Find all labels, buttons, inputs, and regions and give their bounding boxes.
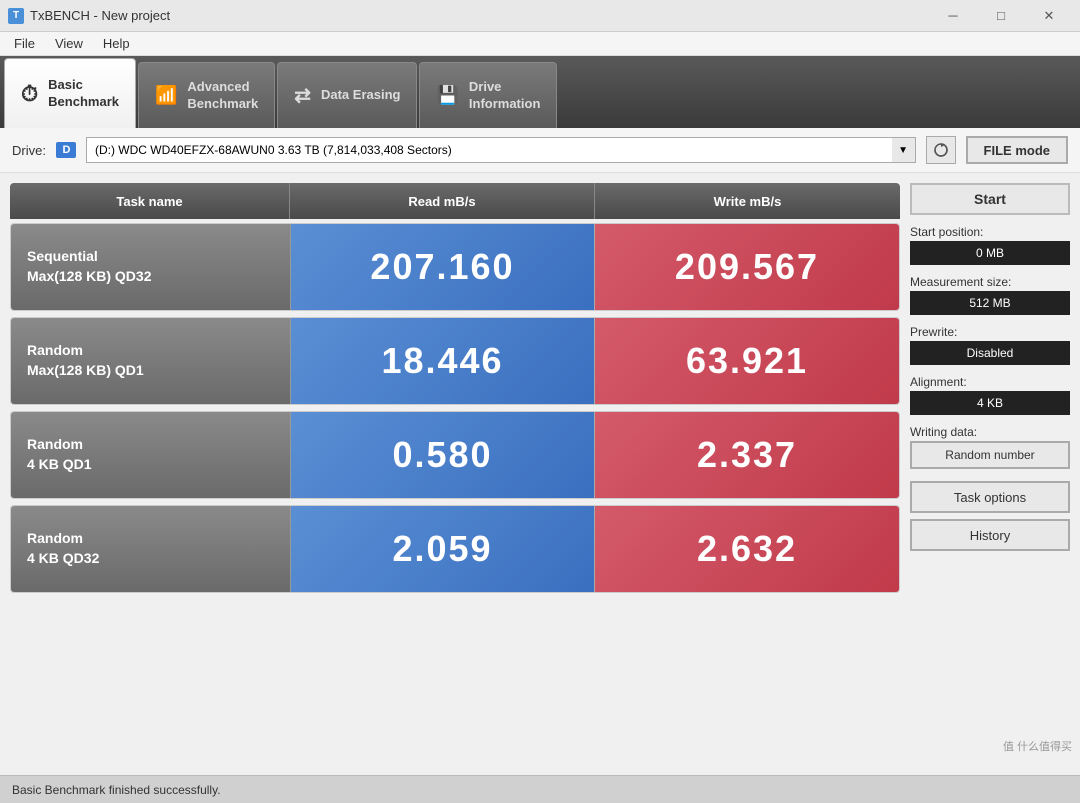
start-position-value: 0 MB [910, 241, 1070, 265]
prewrite-value: Disabled [910, 341, 1070, 365]
window-title: TxBENCH - New project [30, 8, 170, 23]
title-bar-left: T TxBENCH - New project [8, 8, 170, 24]
col-task-name: Task name [10, 183, 290, 219]
drive-label: Drive: [12, 143, 46, 158]
status-text: Basic Benchmark finished successfully. [12, 783, 221, 797]
maximize-button[interactable]: □ [978, 1, 1024, 31]
minimize-button[interactable]: ─ [930, 1, 976, 31]
writing-data-button[interactable]: Random number [910, 441, 1070, 469]
prewrite-label: Prewrite: [910, 325, 1070, 339]
tab-data-erasing[interactable]: ⇄ Data Erasing [277, 62, 417, 128]
menu-file[interactable]: File [4, 34, 45, 53]
right-panel: Start Start position: 0 MB Measurement s… [910, 183, 1070, 765]
alignment-section: Alignment: 4 KB [910, 371, 1070, 415]
task-options-button[interactable]: Task options [910, 481, 1070, 513]
title-bar: T TxBENCH - New project ─ □ ✕ [0, 0, 1080, 32]
table-row: Sequential Max(128 KB) QD32 207.160 209.… [10, 223, 900, 311]
advanced-benchmark-label: AdvancedBenchmark [187, 79, 258, 113]
start-position-section: Start position: 0 MB [910, 221, 1070, 265]
tab-drive-information[interactable]: 💾 DriveInformation [419, 62, 557, 128]
writing-data-label: Writing data: [910, 425, 1070, 439]
data-erasing-icon: ⇄ [294, 83, 311, 108]
measurement-size-value: 512 MB [910, 291, 1070, 315]
read-value-1: 18.446 [291, 318, 595, 404]
alignment-value: 4 KB [910, 391, 1070, 415]
close-button[interactable]: ✕ [1026, 1, 1072, 31]
drive-select-display[interactable]: (D:) WDC WD40EFZX-68AWUN0 3.63 TB (7,814… [86, 137, 916, 163]
read-value-2: 0.580 [291, 412, 595, 498]
drive-dropdown-arrow[interactable]: ▼ [892, 137, 916, 163]
task-name-0: Sequential Max(128 KB) QD32 [11, 224, 291, 310]
table-row: Random 4 KB QD32 2.059 2.632 [10, 505, 900, 593]
alignment-label: Alignment: [910, 375, 1070, 389]
menu-view[interactable]: View [45, 34, 93, 53]
basic-benchmark-icon: ⏱ [21, 81, 38, 107]
left-panel: Task name Read mB/s Write mB/s Sequentia… [10, 183, 900, 765]
bench-rows: Sequential Max(128 KB) QD32 207.160 209.… [10, 223, 900, 593]
write-value-3: 2.632 [595, 506, 899, 592]
status-bar: Basic Benchmark finished successfully. [0, 775, 1080, 803]
menu-help[interactable]: Help [93, 34, 140, 53]
col-read: Read mB/s [290, 183, 595, 219]
drive-bar: Drive: D (D:) WDC WD40EFZX-68AWUN0 3.63 … [0, 128, 1080, 173]
toolbar: ⏱ BasicBenchmark 📶 AdvancedBenchmark ⇄ D… [0, 56, 1080, 128]
write-value-2: 2.337 [595, 412, 899, 498]
col-write: Write mB/s [595, 183, 900, 219]
tab-advanced-benchmark[interactable]: 📶 AdvancedBenchmark [138, 62, 275, 128]
data-erasing-label: Data Erasing [321, 87, 400, 104]
table-row: Random 4 KB QD1 0.580 2.337 [10, 411, 900, 499]
app-icon: T [8, 8, 24, 24]
main-content: Task name Read mB/s Write mB/s Sequentia… [0, 173, 1080, 775]
watermark: 值 什么值得买 [1003, 738, 1072, 754]
start-position-label: Start position: [910, 225, 1070, 239]
read-value-3: 2.059 [291, 506, 595, 592]
start-button[interactable]: Start [910, 183, 1070, 215]
task-name-3: Random 4 KB QD32 [11, 506, 291, 592]
drive-information-label: DriveInformation [469, 79, 541, 113]
history-button[interactable]: History [910, 519, 1070, 551]
task-name-1: Random Max(128 KB) QD1 [11, 318, 291, 404]
tab-basic-benchmark[interactable]: ⏱ BasicBenchmark [4, 58, 136, 128]
basic-benchmark-label: BasicBenchmark [48, 77, 119, 111]
task-name-2: Random 4 KB QD1 [11, 412, 291, 498]
measurement-size-section: Measurement size: 512 MB [910, 271, 1070, 315]
drive-icon: D [56, 142, 76, 158]
writing-data-section: Writing data: Random number [910, 421, 1070, 469]
advanced-benchmark-icon: 📶 [155, 85, 177, 106]
write-value-0: 209.567 [595, 224, 899, 310]
measurement-size-label: Measurement size: [910, 275, 1070, 289]
drive-information-icon: 💾 [436, 85, 458, 106]
table-row: Random Max(128 KB) QD1 18.446 63.921 [10, 317, 900, 405]
menu-bar: File View Help [0, 32, 1080, 56]
read-value-0: 207.160 [291, 224, 595, 310]
write-value-1: 63.921 [595, 318, 899, 404]
prewrite-section: Prewrite: Disabled [910, 321, 1070, 365]
drive-select-wrapper[interactable]: (D:) WDC WD40EFZX-68AWUN0 3.63 TB (7,814… [86, 137, 916, 163]
drive-refresh-button[interactable] [926, 136, 956, 164]
bench-table-header: Task name Read mB/s Write mB/s [10, 183, 900, 219]
file-mode-button[interactable]: FILE mode [966, 136, 1068, 164]
title-bar-controls: ─ □ ✕ [930, 1, 1072, 31]
